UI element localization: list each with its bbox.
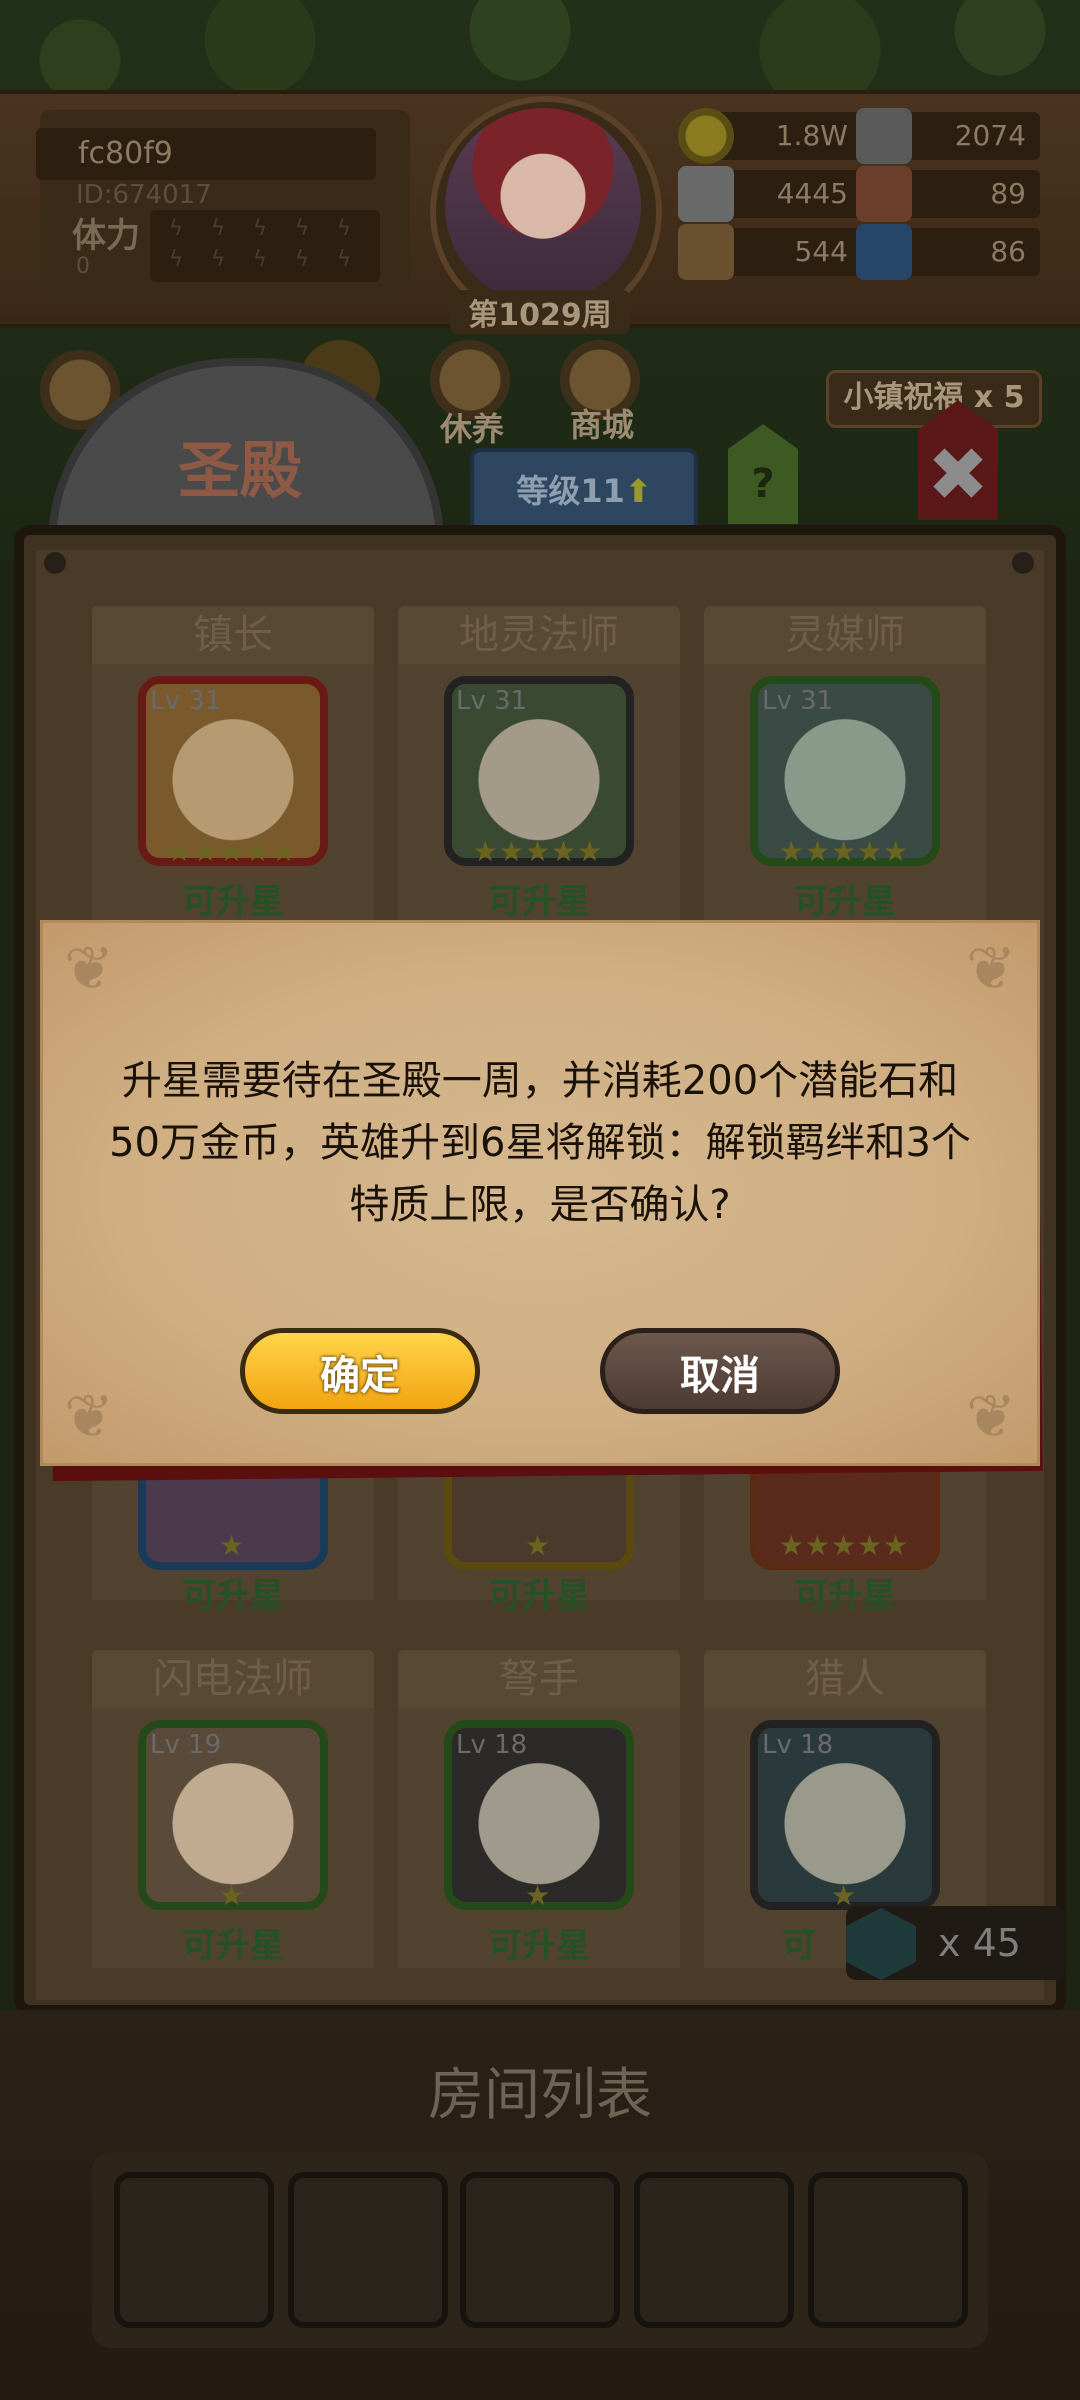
corner-flourish-icon: ❦ [63,934,115,1004]
cancel-button[interactable]: 取消 [600,1328,840,1414]
confirm-button[interactable]: 确定 [240,1328,480,1414]
corner-flourish-icon: ❦ [965,1382,1017,1452]
dialog-message-line: 50万金币，英雄升到6星将解锁：解锁羁绊和3个 [109,1120,971,1166]
corner-flourish-icon: ❦ [63,1382,115,1452]
dialog-message-line: 升星需要待在圣殿一周，并消耗200个潜能石和 [121,1058,959,1104]
dialog-message-line: 特质上限，是否确认? [349,1182,731,1228]
corner-flourish-icon: ❦ [965,934,1017,1004]
game-screen: fc80f9 ID:674017 体力 0 ϟ ϟ ϟ ϟ ϟ ϟ ϟ ϟ ϟ … [0,0,1080,2400]
dialog-message: 升星需要待在圣殿一周，并消耗200个潜能石和 50万金币，英雄升到6星将解锁：解… [80,1050,1000,1236]
